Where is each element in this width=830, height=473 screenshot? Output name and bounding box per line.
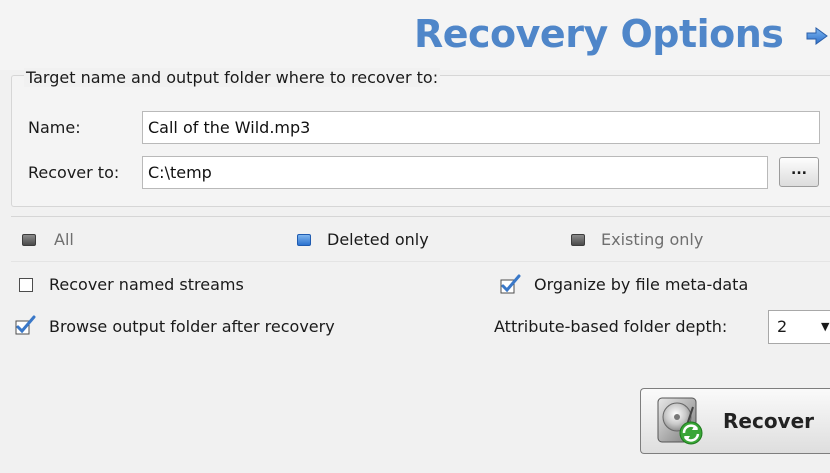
browse-after-label: Browse output folder after recovery <box>49 317 335 336</box>
browse-button[interactable]: ... <box>779 157 819 187</box>
radio-existing-only-label: Existing only <box>601 230 704 249</box>
target-group-legend: Target name and output folder where to r… <box>24 68 441 87</box>
recover-named-streams-label: Recover named streams <box>49 275 244 294</box>
radio-all-indicator[interactable] <box>22 234 36 246</box>
folder-depth-select[interactable]: 2 ▼ <box>768 310 830 344</box>
browse-after-checkbox[interactable] <box>15 315 36 335</box>
recover-named-streams-checkbox[interactable] <box>19 278 35 294</box>
recover-button-label: Recover <box>723 409 815 433</box>
chevron-down-icon[interactable]: ▼ <box>821 311 829 343</box>
folder-depth-label: Attribute-based folder depth: <box>494 317 728 336</box>
hard-disk-recover-icon <box>657 397 703 445</box>
page-title: Recovery Options <box>414 12 784 56</box>
organize-meta-checkbox[interactable] <box>500 274 521 294</box>
radio-deleted-only-indicator[interactable] <box>297 234 311 246</box>
name-field[interactable]: Call of the Wild.mp3 <box>142 111 820 144</box>
recover-to-label: Recover to: <box>28 163 120 182</box>
radio-existing-only-indicator <box>571 234 585 246</box>
checkmark-icon <box>15 315 36 335</box>
checkmark-icon <box>500 274 521 294</box>
folder-depth-value: 2 <box>777 317 788 336</box>
organize-meta-label: Organize by file meta-data <box>534 275 749 294</box>
recover-button[interactable]: Recover <box>640 388 830 454</box>
recover-to-field[interactable]: C:\temp <box>142 156 768 189</box>
right-arrow-icon[interactable] <box>806 27 828 45</box>
radio-deleted-only-label: Deleted only <box>327 230 429 249</box>
radio-all-label: All <box>54 230 74 249</box>
name-label: Name: <box>28 118 81 137</box>
recover-named-streams-box[interactable] <box>19 278 33 292</box>
